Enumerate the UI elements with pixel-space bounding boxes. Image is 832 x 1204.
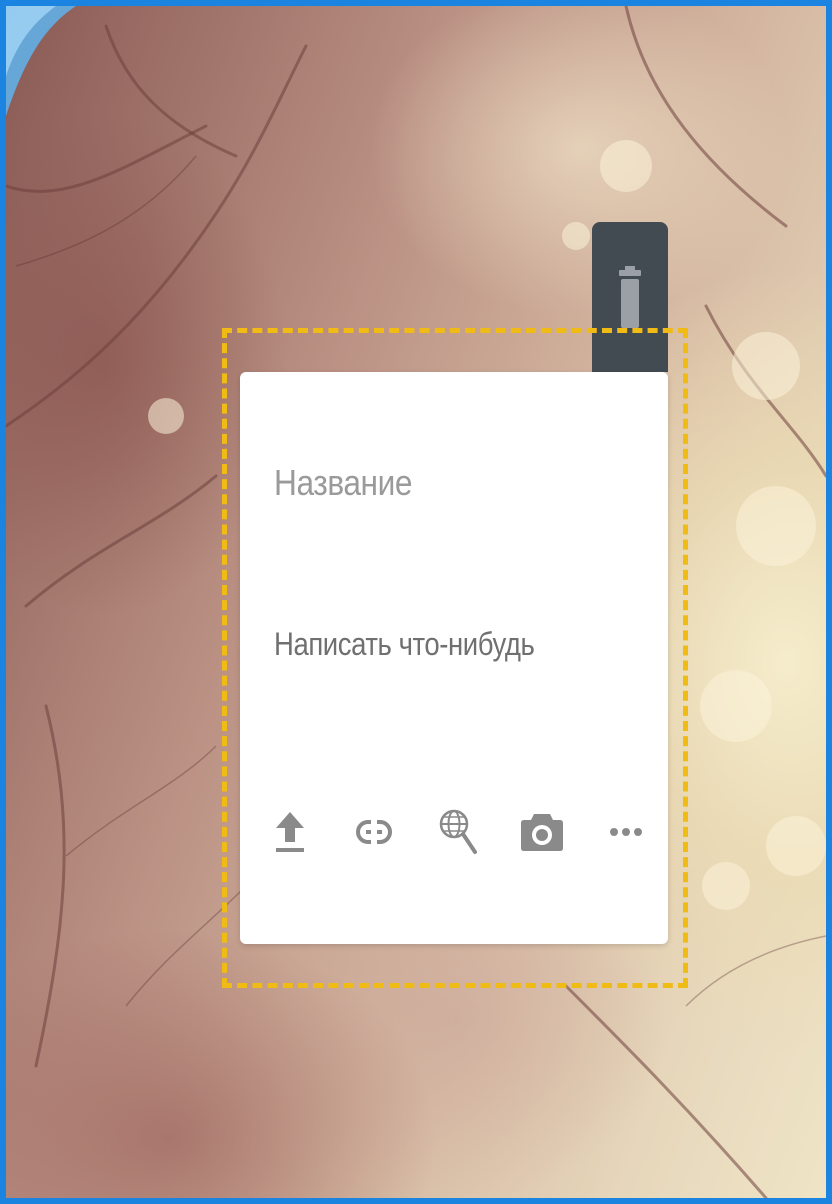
web-search-icon (439, 809, 477, 854)
more-button[interactable] (598, 797, 654, 867)
upload-button[interactable] (262, 797, 318, 867)
toolbar (262, 792, 654, 872)
note-card: Название Написать что-нибудь (240, 372, 668, 944)
upload-icon (276, 812, 304, 852)
screenshot-frame: Название Написать что-нибудь (0, 0, 832, 1204)
more-icon (610, 828, 642, 836)
trash-icon (619, 266, 641, 328)
corner-decoration (6, 6, 76, 116)
link-icon (356, 820, 392, 844)
camera-icon (521, 814, 563, 851)
text-input[interactable]: Написать что-нибудь (274, 626, 535, 663)
web-search-button[interactable] (430, 797, 486, 867)
link-button[interactable] (346, 797, 402, 867)
title-input[interactable]: Название (274, 462, 412, 504)
camera-button[interactable] (514, 797, 570, 867)
